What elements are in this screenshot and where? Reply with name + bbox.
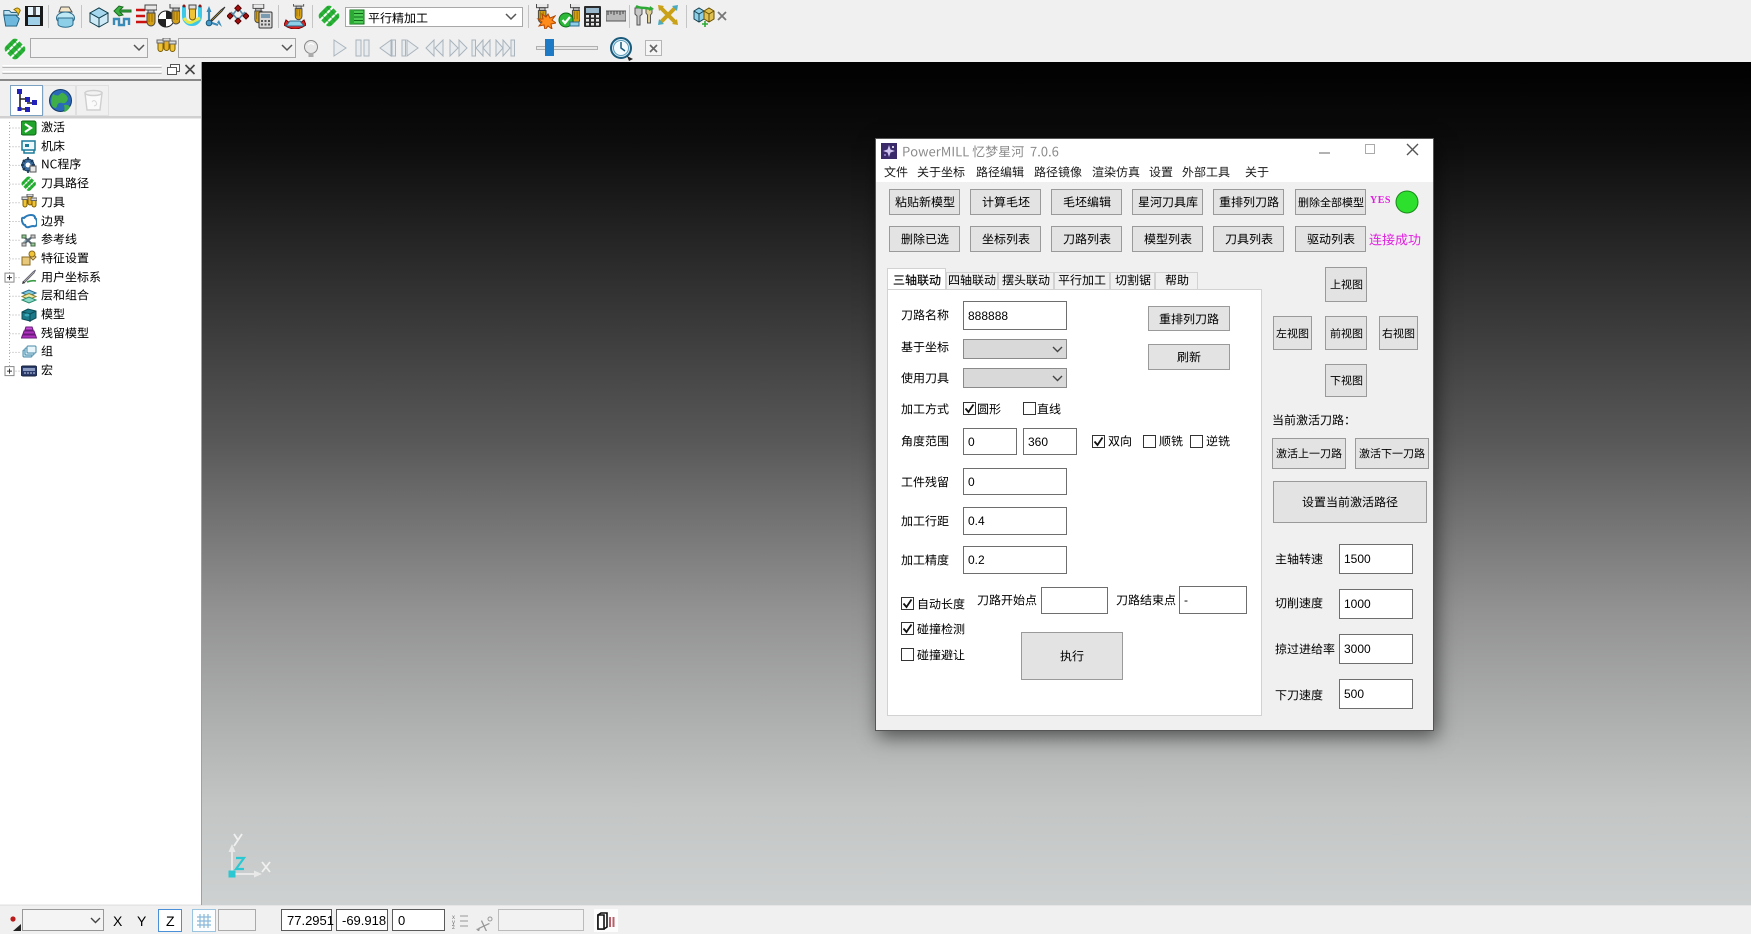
svg-text:z: z (452, 925, 455, 929)
